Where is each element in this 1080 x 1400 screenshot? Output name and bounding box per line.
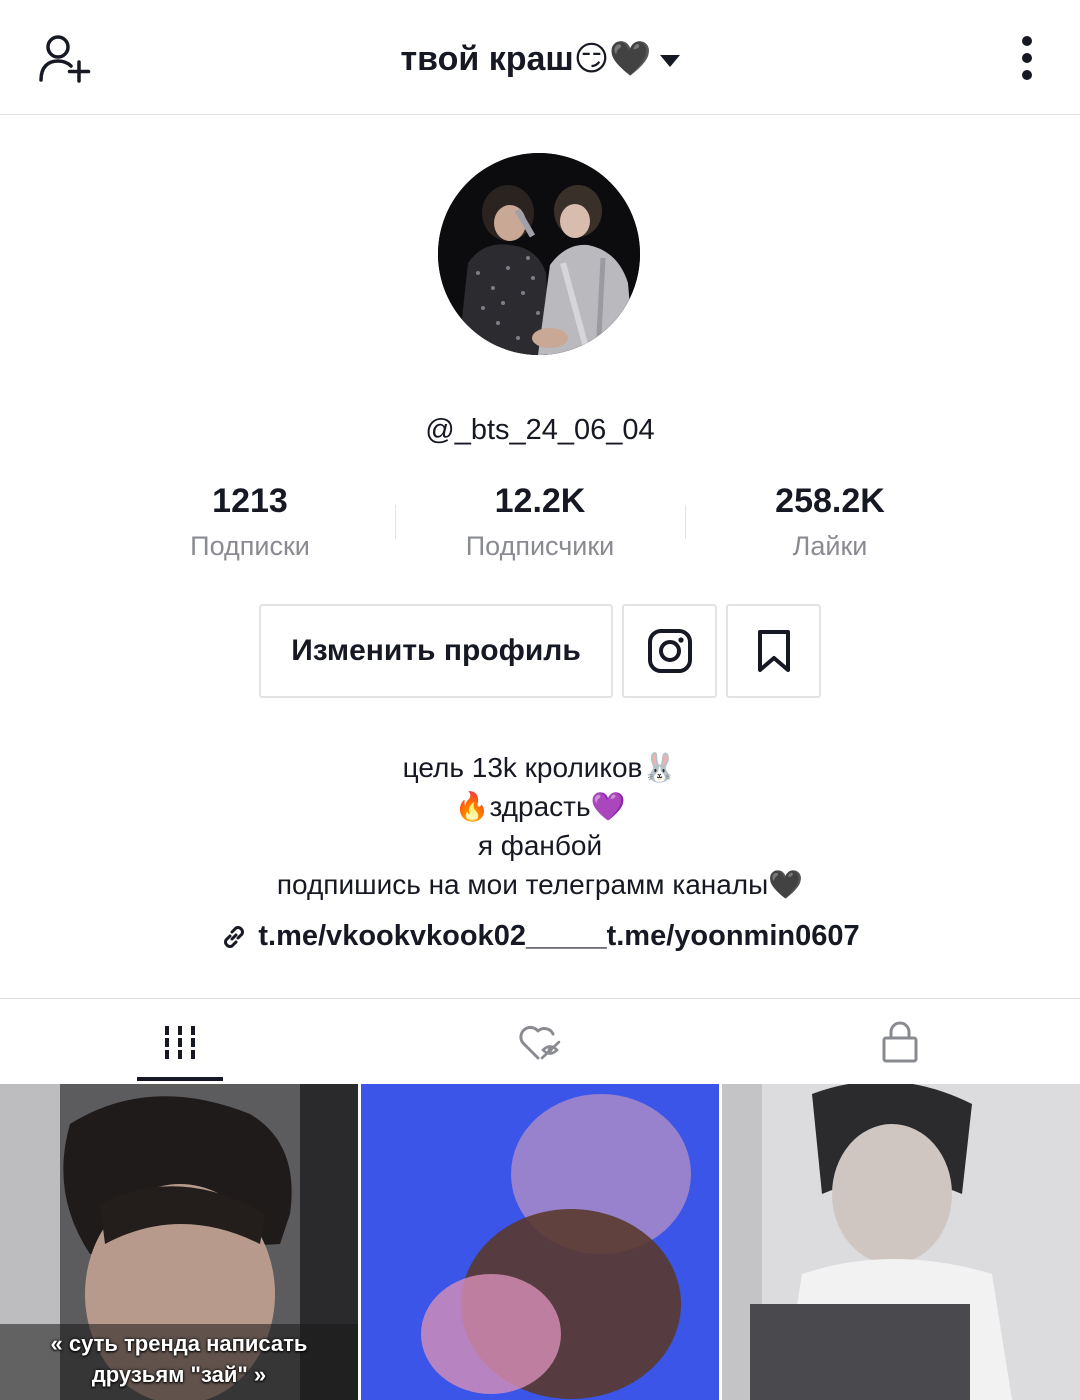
username: @_bts_24_06_04 — [425, 414, 655, 446]
stat-value: 1213 — [212, 482, 288, 520]
video-caption-line: « суть тренда написать — [50, 1331, 308, 1356]
top-bar: твой краш😏🖤 — [0, 0, 1080, 115]
bio-line: я фанбой — [477, 830, 603, 861]
stat-label: Лайки — [792, 531, 868, 561]
stat-label: Подписки — [190, 531, 310, 561]
edit-profile-label: Изменить профиль — [291, 634, 581, 667]
bookmark-button[interactable] — [726, 604, 821, 698]
active-tab-indicator — [137, 1077, 223, 1081]
stat-label: Подписчики — [465, 531, 615, 561]
bio-line: 🔥здрасть💜 — [454, 791, 626, 822]
video-thumbnail[interactable] — [722, 1084, 1080, 1400]
stat-following[interactable]: 1213 Подписки — [105, 478, 395, 568]
stat-value: 258.2K — [775, 482, 885, 520]
instagram-button[interactable] — [622, 604, 717, 698]
liked-hidden-icon — [519, 1025, 561, 1060]
bio-link[interactable]: t.me/vkookvkook02_____t.me/yoonmin0607 — [0, 916, 1080, 956]
video-caption-line: друзьям "зай" » — [91, 1362, 267, 1387]
bio: цель 13k кроликов🐰 🔥здрасть💜 я фанбой по… — [0, 748, 1080, 904]
stat-value: 12.2K — [494, 482, 586, 520]
link-icon — [224, 926, 245, 949]
more-vertical-icon[interactable] — [1010, 36, 1044, 84]
lock-icon — [882, 1021, 918, 1063]
videos-grid-icon — [165, 1026, 195, 1059]
bio-line: цель 13k кроликов🐰 — [402, 752, 678, 783]
stat-likes[interactable]: 258.2K Лайки — [685, 478, 975, 568]
video-thumbnail[interactable] — [361, 1084, 719, 1400]
video-thumbnail[interactable]: « суть тренда написать друзьям "зай" » — [0, 1084, 358, 1400]
link-text: t.me/vkookvkook02_____t.me/yoonmin0607 — [258, 920, 860, 952]
bio-line: подпишись на мои телеграмм каналы🖤 — [276, 869, 804, 900]
account-switcher[interactable]: твой краш😏🖤 — [0, 34, 1080, 84]
chevron-down-icon — [659, 55, 680, 68]
stat-followers[interactable]: 12.2K Подписчики — [395, 478, 685, 568]
profile-tabs — [0, 998, 1080, 1084]
bookmark-icon — [757, 630, 790, 672]
account-title: твой краш😏🖤 — [400, 40, 652, 78]
instagram-icon — [647, 629, 692, 673]
edit-profile-button[interactable]: Изменить профиль — [259, 604, 613, 698]
tab-liked[interactable] — [360, 999, 720, 1085]
avatar[interactable] — [438, 153, 640, 355]
tab-private[interactable] — [720, 999, 1080, 1085]
tab-videos[interactable] — [0, 999, 360, 1085]
video-grid: « суть тренда написать друзьям "зай" » — [0, 1084, 1080, 1400]
